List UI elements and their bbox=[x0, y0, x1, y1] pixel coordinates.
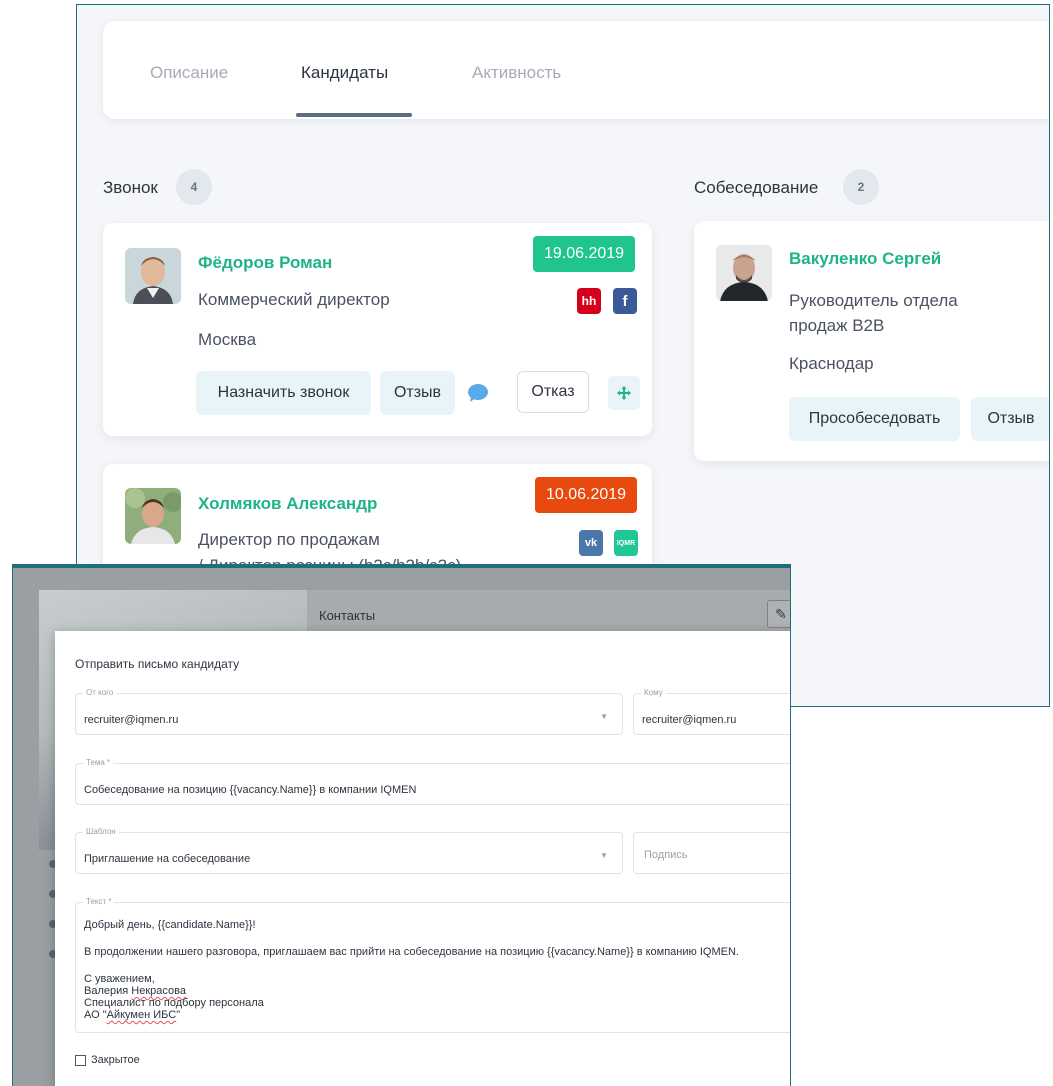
signature-input[interactable]: Подпись bbox=[633, 832, 790, 874]
date-badge: 19.06.2019 bbox=[533, 236, 636, 272]
from-select[interactable]: От кого recruiter@iqmen.ru ▼ bbox=[75, 688, 623, 735]
text-greeting: Добрый день, {{candidate.Name}}! bbox=[84, 919, 256, 931]
message-textarea[interactable]: Текст * Добрый день, {{candidate.Name}}!… bbox=[75, 897, 790, 1033]
chevron-down-icon[interactable]: ▼ bbox=[600, 851, 608, 860]
facebook-icon[interactable]: f bbox=[613, 288, 637, 314]
schedule-call-button[interactable]: Назначить звонок bbox=[196, 371, 371, 415]
text-body: В продолжении нашего разговора, приглаша… bbox=[84, 946, 739, 958]
candidate-role: Директор по продажам bbox=[198, 530, 380, 549]
from-label: От кого bbox=[83, 688, 117, 697]
avatar bbox=[125, 488, 181, 544]
to-value: recruiter@iqmen.ru bbox=[642, 714, 737, 726]
column-count-interview: 2 bbox=[843, 169, 879, 205]
column-title-interview: Собеседование bbox=[694, 178, 819, 197]
iqmen-icon[interactable]: IQMR bbox=[614, 530, 638, 556]
tabs-bar: Описание Кандидаты Активность bbox=[103, 21, 1049, 119]
text-label: Текст * bbox=[83, 897, 115, 906]
contacts-label: Контакты bbox=[319, 608, 376, 623]
review-button[interactable]: Отзыв bbox=[971, 397, 1049, 441]
date-badge: 10.06.2019 bbox=[535, 477, 638, 513]
candidate-name[interactable]: Вакуленко Сергей bbox=[789, 249, 941, 269]
closed-label[interactable]: Закрытое bbox=[91, 1054, 140, 1066]
subject-label: Тема * bbox=[83, 758, 114, 767]
closed-checkbox[interactable] bbox=[75, 1055, 86, 1066]
edit-icon[interactable]: ✎ bbox=[767, 600, 790, 628]
review-button[interactable]: Отзыв bbox=[380, 371, 455, 415]
hh-icon[interactable]: hh bbox=[577, 288, 601, 314]
text-sign-3: Специалист по подбору персонала bbox=[84, 997, 264, 1009]
tab-description[interactable]: Описание bbox=[150, 63, 228, 83]
from-value: recruiter@iqmen.ru bbox=[84, 714, 179, 726]
dialog-title: Отправить письмо кандидату bbox=[75, 657, 240, 671]
column-count-call: 4 bbox=[176, 169, 212, 205]
email-modal-window: Контакты ✎ Отправить письмо кандидату От… bbox=[12, 564, 791, 1086]
candidate-role-line2: продаж B2B bbox=[789, 316, 885, 335]
tab-activity[interactable]: Активность bbox=[472, 63, 561, 83]
template-label: Шаблон bbox=[83, 827, 119, 836]
text-sign-2: Валерия Некрасова bbox=[84, 985, 186, 997]
candidate-city: Краснодар bbox=[789, 354, 874, 373]
reject-button[interactable]: Отказ bbox=[517, 371, 589, 413]
subject-input[interactable]: Тема * Собеседование на позицию {{vacanc… bbox=[75, 758, 790, 805]
template-select[interactable]: Шаблон Приглашение на собеседование ▼ bbox=[75, 827, 623, 874]
to-input[interactable]: Кому recruiter@iqmen.ru bbox=[633, 688, 790, 735]
move-icon[interactable] bbox=[608, 376, 640, 410]
candidate-name[interactable]: Холмяков Александр bbox=[198, 494, 377, 514]
text-sign-4: АО "Айкумен ИБС" bbox=[84, 1009, 181, 1021]
tab-candidates[interactable]: Кандидаты bbox=[301, 63, 388, 83]
template-value: Приглашение на собеседование bbox=[84, 853, 251, 865]
text-sign-1: С уважением, bbox=[84, 973, 155, 985]
avatar bbox=[716, 245, 772, 301]
to-label: Кому bbox=[641, 688, 666, 697]
candidate-role: Руководитель отдела bbox=[789, 291, 958, 310]
subject-value: Собеседование на позицию {{vacancy.Name}… bbox=[84, 784, 417, 796]
comment-icon[interactable] bbox=[467, 383, 489, 403]
candidate-card[interactable]: Вакуленко Сергей Руководитель отдела про… bbox=[694, 221, 1049, 461]
interview-button[interactable]: Прособеседовать bbox=[789, 397, 960, 441]
candidate-city: Москва bbox=[198, 330, 257, 349]
contacts-header: Контакты bbox=[307, 590, 790, 636]
candidate-name[interactable]: Фёдоров Роман bbox=[198, 253, 332, 273]
vk-icon[interactable]: vk bbox=[579, 530, 603, 556]
signature-placeholder: Подпись bbox=[644, 849, 688, 861]
candidate-role: Коммерческий директор bbox=[198, 290, 390, 309]
column-title-call: Звонок bbox=[103, 178, 158, 197]
active-tab-indicator bbox=[296, 113, 412, 117]
send-email-dialog: Отправить письмо кандидату От кого recru… bbox=[55, 631, 790, 1086]
avatar bbox=[125, 248, 181, 304]
chevron-down-icon[interactable]: ▼ bbox=[600, 712, 608, 721]
candidate-card[interactable]: Фёдоров Роман Коммерческий директор Моск… bbox=[103, 223, 652, 436]
